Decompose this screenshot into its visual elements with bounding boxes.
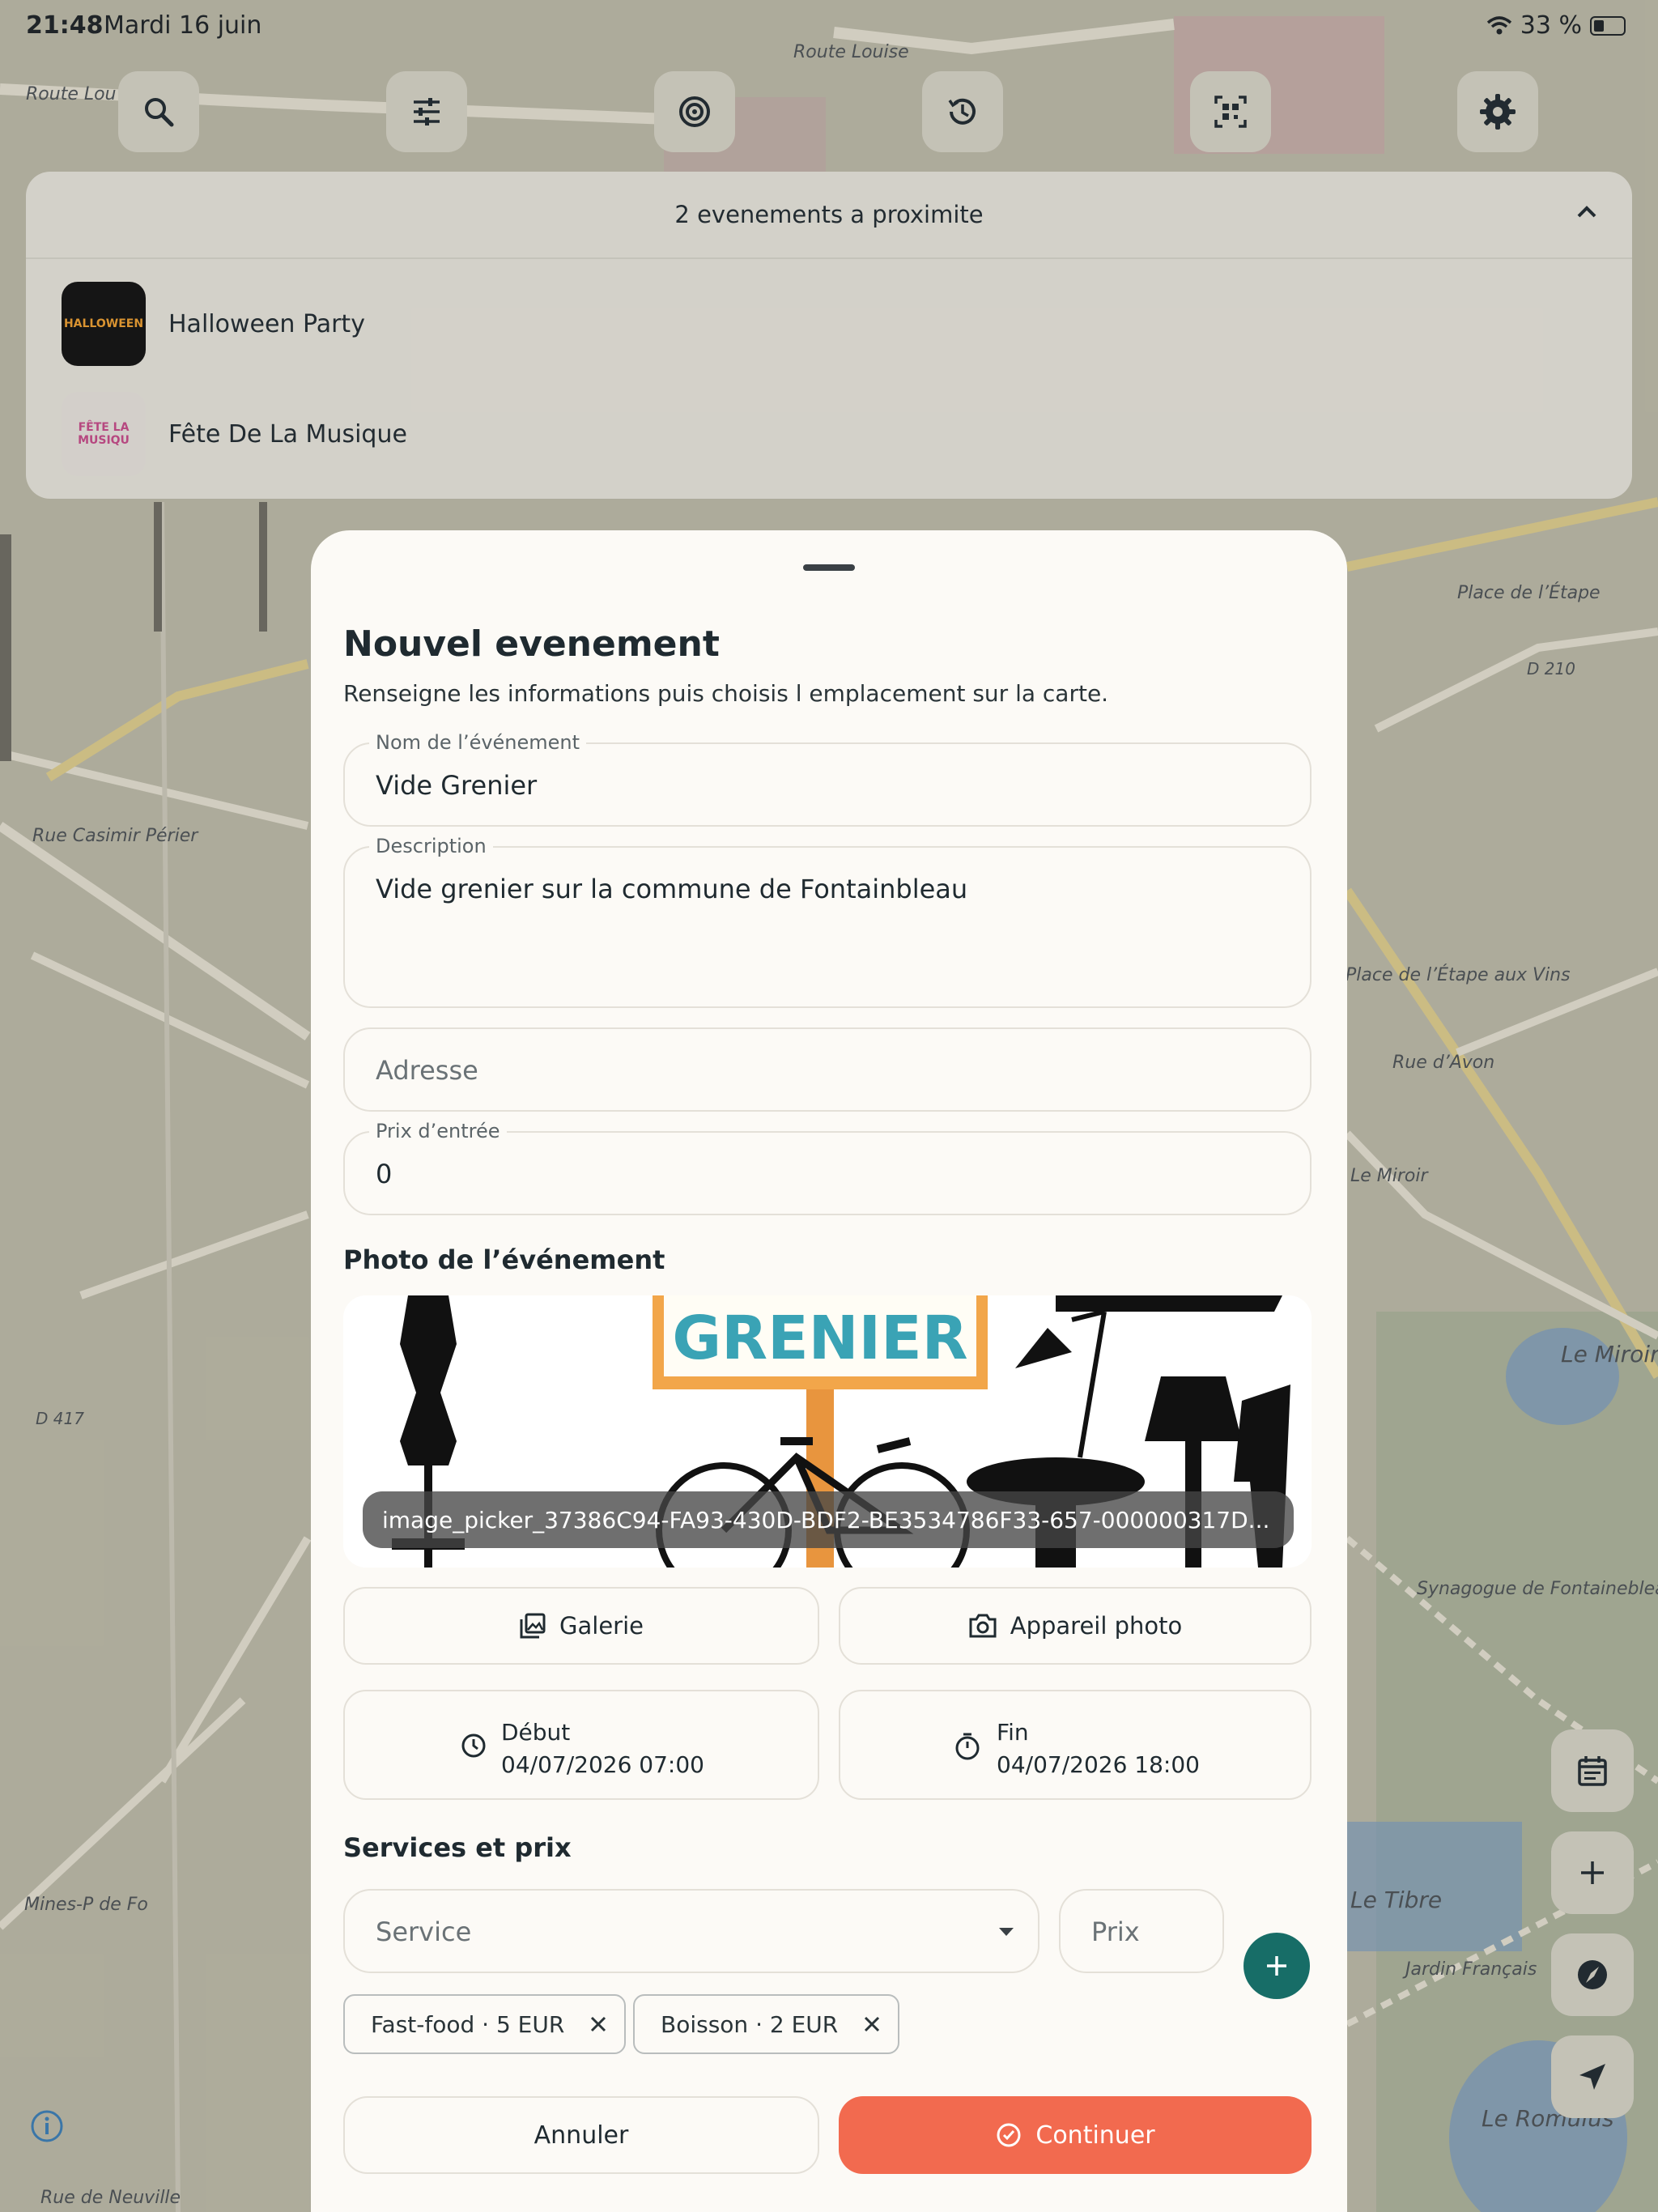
camera-button[interactable]: Appareil photo xyxy=(839,1587,1312,1665)
check-circle-icon xyxy=(997,2123,1021,2147)
entry-price-value: 0 xyxy=(376,1159,393,1189)
event-name-field[interactable]: Nom de l’événement Vide Grenier xyxy=(343,731,1312,827)
photo-filename: image_picker_37386C94-FA93-430D-BDF2-BE3… xyxy=(363,1491,1294,1548)
address-field[interactable]: Adresse xyxy=(343,1027,1312,1112)
photo-sign-text: GRENIER xyxy=(672,1304,967,1373)
description-field[interactable]: Description Vide grenier sur la commune … xyxy=(343,835,1312,1008)
service-chip-fastfood: Fast-food · 5 EUR xyxy=(343,1994,627,2054)
sheet-subtitle: Renseigne les informations puis choisis … xyxy=(343,680,1109,707)
end-datetime-button[interactable]: Fin 04/07/2026 18:00 xyxy=(839,1690,1312,1800)
photo-section-title: Photo de l’événement xyxy=(343,1244,665,1275)
service-chip-boisson: Boisson · 2 EUR xyxy=(633,1994,900,2054)
continue-button-label: Continuer xyxy=(1035,2121,1155,2150)
entry-price-label: Prix d’entrée xyxy=(369,1120,507,1142)
end-value: 04/07/2026 18:00 xyxy=(997,1751,1200,1778)
start-datetime-button[interactable]: Début 04/07/2026 07:00 xyxy=(343,1690,819,1800)
gallery-button[interactable]: Galerie xyxy=(343,1587,819,1665)
close-icon[interactable] xyxy=(862,2014,882,2034)
event-name-label: Nom de l’événement xyxy=(369,731,587,754)
clock-icon xyxy=(461,1733,486,1758)
service-price-placeholder: Prix xyxy=(1091,1916,1140,1947)
add-service-button[interactable] xyxy=(1244,1933,1310,1999)
camera-icon xyxy=(969,1614,997,1638)
chip-label: Boisson · 2 EUR xyxy=(661,2010,839,2038)
continue-button[interactable]: Continuer xyxy=(839,2096,1312,2174)
start-label: Début xyxy=(501,1719,571,1746)
services-section-title: Services et prix xyxy=(343,1832,572,1863)
end-label: Fin xyxy=(997,1719,1029,1746)
event-photo-preview[interactable]: GRENIER image_picker_37386C94-FA93-430D-… xyxy=(343,1295,1312,1568)
cancel-button-label: Annuler xyxy=(534,2121,629,2150)
camera-button-label: Appareil photo xyxy=(1010,1612,1183,1640)
sheet-title: Nouvel evenement xyxy=(343,623,720,665)
address-placeholder: Adresse xyxy=(376,1055,478,1086)
entry-price-field[interactable]: Prix d’entrée 0 xyxy=(343,1120,1312,1215)
service-price-input[interactable]: Prix xyxy=(1059,1889,1224,1973)
description-value: Vide grenier sur la commune de Fontainbl… xyxy=(376,874,968,904)
chip-label: Fast-food · 5 EUR xyxy=(371,2010,565,2038)
dropdown-arrow-icon xyxy=(999,1928,1014,1936)
new-event-sheet: Nouvel evenement Renseigne les informati… xyxy=(311,530,1347,2212)
event-name-value: Vide Grenier xyxy=(376,770,538,801)
gallery-icon xyxy=(520,1613,546,1639)
service-select-placeholder: Service xyxy=(376,1916,472,1947)
start-value: 04/07/2026 07:00 xyxy=(501,1751,704,1778)
timer-icon xyxy=(955,1733,980,1760)
service-select[interactable]: Service xyxy=(343,1889,1039,1973)
plus-icon xyxy=(1267,1956,1286,1976)
gallery-button-label: Galerie xyxy=(559,1612,644,1640)
sheet-drag-handle[interactable] xyxy=(803,564,855,571)
description-label: Description xyxy=(369,835,493,857)
close-icon[interactable] xyxy=(589,2014,608,2034)
cancel-button[interactable]: Annuler xyxy=(343,2096,819,2174)
